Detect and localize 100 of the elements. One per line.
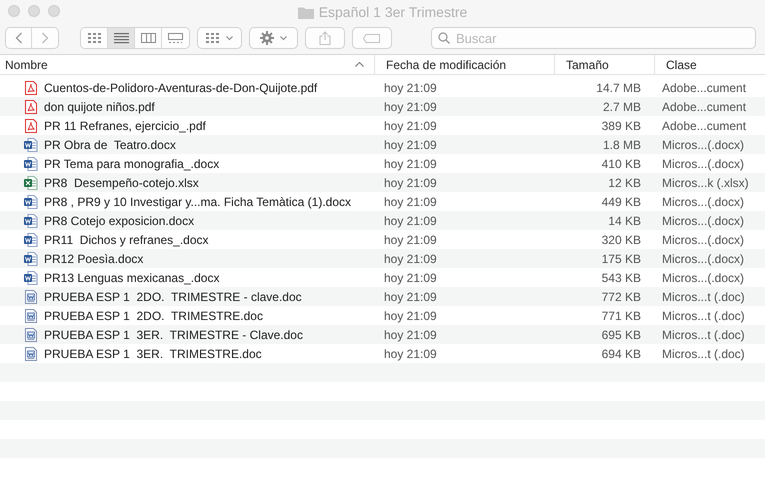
word-document-icon (24, 194, 38, 208)
file-kind: Adobe...cument (662, 80, 746, 94)
grid-icon (206, 33, 220, 43)
pdf-file-icon (25, 80, 37, 94)
file-size: 389 KB (602, 118, 641, 134)
file-name: PR8 Cotejo exposicion.docx (44, 212, 194, 230)
file-name: don quijote niños.pdf (44, 98, 155, 116)
file-size: 543 KB (602, 270, 641, 286)
file-row[interactable]: PR Obra de Teatro.docx hoy 21:09 1.8 MB Micros...(.docx) (0, 135, 765, 154)
close-button[interactable] (8, 5, 20, 17)
file-size: 771 KB (602, 308, 641, 324)
file-row[interactable]: don quijote niños.pdf hoy 21:09 2.7 MB Adobe...cument (0, 97, 765, 116)
column-label: Nombre (5, 56, 48, 74)
column-header[interactable]: Nombre (0, 54, 375, 74)
file-kind: Micros...t (.doc) (662, 308, 745, 322)
minimize-button[interactable] (28, 5, 40, 17)
modified-date: hoy 21:09 (384, 100, 437, 114)
search-field[interactable]: Buscar (431, 27, 756, 49)
file-name: PRUEBA ESP 1 2DO. TRIMESTRE - clave.doc (44, 288, 302, 306)
file-size: 449 KB (602, 194, 641, 210)
file-size: 410 KB (602, 156, 641, 172)
file-size: 14.7 MB (596, 80, 641, 96)
file-size: 1.8 MB (602, 136, 641, 154)
file-size: 695 KB (602, 326, 641, 344)
file-kind: Micros...(.docx) (662, 270, 744, 284)
file-name: PR 11 Refranes, ejercicio_.pdf (44, 118, 206, 134)
file-size: 175 KB (602, 250, 641, 268)
share-icon (319, 31, 331, 45)
modified-date: hoy 21:09 (384, 232, 437, 246)
modified-date: hoy 21:09 (384, 138, 437, 152)
column-header[interactable]: Fecha de modificación (375, 54, 555, 74)
search-icon (438, 32, 450, 44)
word-document-icon (24, 138, 38, 152)
modified-date: hoy 21:09 (384, 308, 437, 322)
file-size: 2.7 MB (602, 98, 641, 116)
file-row[interactable]: PRUEBA ESP 1 2DO. TRIMESTRE - clave.doc hoy 21:09 772 KB Micros...t (.doc) (0, 287, 765, 306)
icon-view-button[interactable] (81, 28, 108, 48)
caret-icon (226, 36, 233, 40)
window-title: Español 1 3er Trimestre (318, 3, 468, 22)
zoom-button[interactable] (48, 5, 60, 17)
modified-date: hoy 21:09 (384, 176, 437, 190)
word-document-icon (24, 232, 38, 246)
column-label: Clase (666, 56, 697, 74)
modified-date: hoy 21:09 (384, 118, 437, 132)
document-icon (25, 328, 37, 342)
file-size: 772 KB (602, 288, 641, 306)
pdf-file-icon (25, 100, 37, 114)
column-header[interactable]: Clase (655, 54, 765, 74)
modified-date: hoy 21:09 (384, 214, 437, 228)
file-size: 12 KB (608, 174, 641, 192)
action-dropdown[interactable] (249, 27, 298, 49)
tag-button[interactable] (352, 27, 392, 49)
document-icon (25, 290, 37, 304)
list-icon (114, 32, 128, 44)
file-kind: Micros...t (.doc) (662, 328, 745, 342)
modified-date: hoy 21:09 (384, 156, 437, 170)
file-name: Cuentos-de-Polidoro-Aventuras-de-Don-Quijote.pdf (44, 80, 318, 96)
modified-date: hoy 21:09 (384, 346, 437, 360)
file-kind: Micros...(.docx) (662, 194, 744, 208)
document-icon (25, 346, 37, 360)
file-name: PR11 Dichos y refranes_.docx (44, 232, 209, 248)
file-name: PR8 Desempeño-cotejo.xlsx (44, 174, 199, 192)
file-kind: Micros...(.docx) (662, 252, 744, 266)
gallery-icon (168, 32, 183, 44)
file-row[interactable]: PR8 Desempeño-cotejo.xlsx hoy 21:09 12 KB Micros...k (.xlsx) (0, 173, 765, 192)
share-button[interactable] (305, 27, 345, 49)
file-name: PR12 Poesìa.docx (44, 250, 144, 268)
column-header[interactable]: Tamaño (555, 54, 655, 74)
chevron-right-icon (41, 32, 49, 44)
grid-icon (86, 32, 102, 44)
file-size: 694 KB (602, 346, 641, 362)
file-name: PR Tema para monografia_.docx (44, 156, 220, 172)
file-row[interactable]: PR8 Cotejo exposicion.docx hoy 21:09 14 KB Micros...(.docx) (0, 211, 765, 230)
modified-date: hoy 21:09 (384, 290, 437, 304)
sort-ascending-icon (355, 62, 364, 67)
file-name: PR8 , PR9 y 10 Investigar y...ma. Ficha Temàtica (1).docx (44, 194, 352, 210)
modified-date: hoy 21:09 (384, 194, 437, 208)
modified-date: hoy 21:09 (384, 80, 437, 94)
column-label: Tamaño (566, 56, 609, 74)
file-name: PR Obra de Teatro.docx (44, 136, 176, 154)
column-label: Fecha de modificación (386, 56, 506, 74)
file-kind: Micros...k (.xlsx) (662, 176, 749, 190)
file-kind: Adobe...cument (662, 118, 746, 132)
file-kind: Micros...t (.doc) (662, 290, 745, 304)
file-kind: Micros...(.docx) (662, 138, 744, 152)
modified-date: hoy 21:09 (384, 252, 437, 266)
list-view-button[interactable] (108, 28, 135, 48)
group-dropdown[interactable] (197, 27, 242, 49)
file-kind: Micros...(.docx) (662, 156, 744, 170)
pdf-file-icon (25, 118, 37, 132)
word-document-icon (24, 270, 38, 284)
folder-icon (298, 6, 314, 19)
document-icon (25, 308, 37, 322)
file-row[interactable]: PRUEBA ESP 1 3ER. TRIMESTRE - Clave.doc hoy 21:09 695 KB Micros...t (.doc) (0, 325, 765, 344)
tag-icon (363, 34, 381, 42)
word-document-icon (24, 156, 38, 170)
word-document-icon (24, 214, 38, 228)
file-kind: Micros...t (.doc) (662, 346, 745, 360)
file-size: 14 KB (608, 212, 641, 230)
file-row[interactable]: PR12 Poesìa.docx hoy 21:09 175 KB Micros...(.docx) (0, 249, 765, 268)
